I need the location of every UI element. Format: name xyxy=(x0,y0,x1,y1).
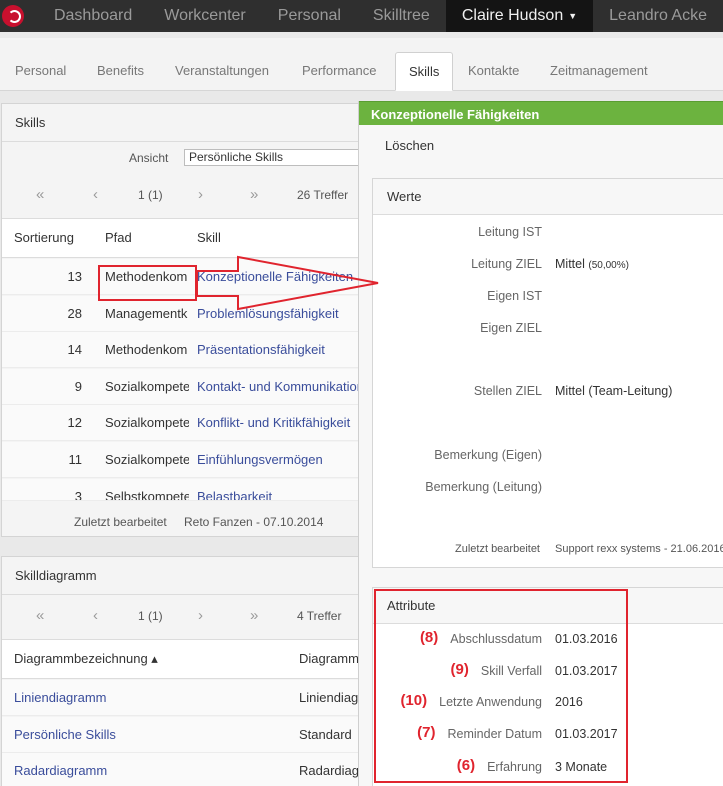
arrow-right-icon xyxy=(196,255,379,311)
annotation-arrow xyxy=(196,255,379,311)
